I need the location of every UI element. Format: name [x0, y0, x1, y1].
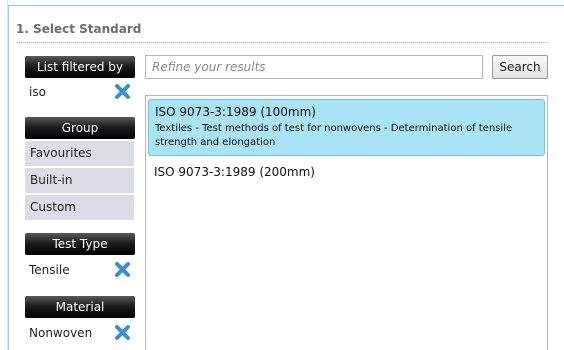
filter-value: iso [29, 85, 46, 99]
remove-material-icon[interactable] [114, 324, 131, 341]
title-divider [16, 42, 548, 43]
remove-test-type-icon[interactable] [114, 261, 131, 278]
result-item-selected[interactable]: ISO 9073-3:1989 (100mm) Textiles - Test … [148, 99, 545, 156]
test-type-value: Tensile [29, 263, 70, 277]
result-item[interactable]: ISO 9073-3:1989 (200mm) [148, 160, 545, 184]
section-title: 1. Select Standard [16, 22, 142, 36]
result-title: ISO 9073-3:1989 (200mm) [154, 165, 315, 179]
test-type-header: Test Type [25, 233, 135, 255]
group-item-custom[interactable]: Custom [25, 195, 134, 220]
material-value: Nonwoven [29, 326, 93, 340]
group-header: Group [25, 117, 135, 139]
list-filtered-by-header: List filtered by [25, 56, 135, 78]
result-title: ISO 9073-3:1989 (100mm) [155, 105, 316, 119]
results-list: ISO 9073-3:1989 (100mm) Textiles - Test … [145, 95, 548, 350]
filter-row: iso [25, 80, 135, 104]
result-description: Textiles - Test methods of test for nonw… [155, 123, 513, 148]
search-button[interactable]: Search [492, 55, 548, 79]
group-item-favourites[interactable]: Favourites [25, 141, 134, 166]
group-item-built-in[interactable]: Built-in [25, 168, 134, 193]
remove-filter-icon[interactable] [114, 83, 131, 100]
material-row: Nonwoven [25, 321, 135, 345]
left-accent-border [0, 0, 8, 350]
material-header: Material [25, 296, 135, 318]
refine-results-input[interactable] [145, 55, 483, 79]
test-type-row: Tensile [25, 258, 135, 282]
